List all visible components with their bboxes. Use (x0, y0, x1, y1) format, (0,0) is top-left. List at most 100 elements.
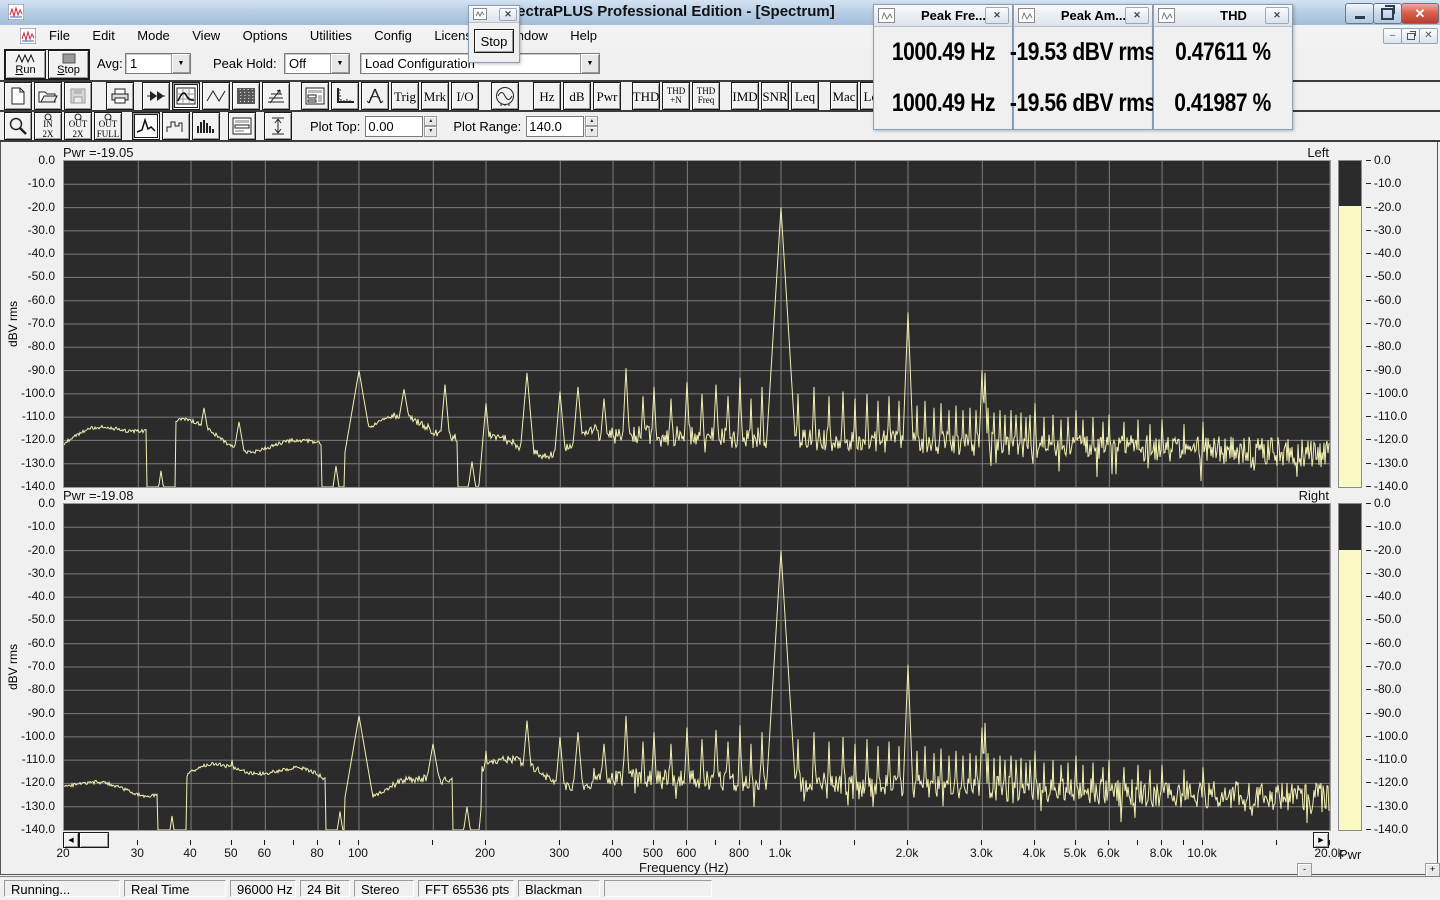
stop-action-button[interactable]: Stop (474, 29, 514, 53)
spectrum-plot-right[interactable] (63, 503, 1331, 831)
zoom-out-2x-button[interactable]: OUT 2X (64, 112, 92, 140)
waveform-view-button[interactable] (202, 82, 230, 110)
stop-window-titlebar[interactable]: ✕ (469, 6, 519, 23)
meter-tick (1366, 596, 1371, 598)
peak-amplitude-titlebar[interactable]: Peak Am... ✕ (1014, 5, 1152, 27)
run-button[interactable]: Run (5, 50, 46, 79)
load-config-dropdown-icon[interactable]: ▼ (580, 54, 599, 73)
bar-plot-button[interactable] (192, 112, 220, 140)
zoom-button[interactable] (4, 112, 32, 140)
run-stop-group: Run Stop (4, 49, 90, 80)
thd-close-button[interactable]: ✕ (1265, 7, 1289, 24)
imd-button[interactable]: IMD (731, 82, 759, 110)
snr-button[interactable]: SNR (761, 82, 789, 110)
meter-tick-label: -40.0 (1374, 589, 1402, 604)
hscroll-thumb[interactable] (79, 832, 109, 848)
display-options-button[interactable] (301, 82, 329, 110)
vertical-scale-button[interactable] (264, 112, 292, 140)
open-file-button[interactable] (34, 82, 62, 110)
menu-item-view[interactable]: View (183, 25, 229, 47)
menu-item-options[interactable]: Options (234, 25, 297, 47)
avg-combobox[interactable]: 1 ▼ (125, 53, 191, 74)
marker-button[interactable]: Mrk (421, 82, 449, 110)
plot-top-input[interactable] (365, 115, 424, 137)
peak-frequency-close-button[interactable]: ✕ (985, 7, 1009, 24)
plot-top-spinner[interactable]: ▲ ▼ (424, 115, 438, 137)
peak-frequency-titlebar[interactable]: Peak Fre... ✕ (874, 5, 1012, 27)
mdi-close-button[interactable]: ✕ (1419, 28, 1438, 44)
plot-range-spinner[interactable]: ▲ ▼ (585, 115, 599, 137)
print-button[interactable] (106, 82, 134, 110)
calipers-button[interactable] (361, 82, 389, 110)
pwr-units-button[interactable]: Pwr (593, 82, 621, 110)
minimize-button[interactable] (1345, 3, 1374, 24)
db-units-button[interactable]: dB (563, 82, 591, 110)
thd-button[interactable]: THD (632, 82, 660, 110)
menu-item-edit[interactable]: Edit (83, 25, 123, 47)
step-plot-button[interactable] (162, 112, 190, 140)
surface-view-button[interactable] (262, 82, 290, 110)
stop-button[interactable]: Stop (48, 50, 89, 79)
zoom-out-full-button[interactable]: OUT FULL (94, 112, 122, 140)
menu-item-config[interactable]: Config (365, 25, 421, 47)
hz-units-button[interactable]: Hz (533, 82, 561, 110)
io-button[interactable]: I/O (451, 82, 479, 110)
thd-freq-button[interactable]: THD Freq (692, 82, 720, 110)
mdi-restore-button[interactable] (1401, 28, 1420, 44)
macro-button[interactable]: Mac (830, 82, 858, 110)
y-tick-label: -100.0 (20, 385, 55, 400)
x-tick (1161, 840, 1163, 845)
leq-button[interactable]: Leq (791, 82, 819, 110)
menu-item-mode[interactable]: Mode (128, 25, 179, 47)
playback-processing-button[interactable] (142, 82, 170, 110)
trigger-button[interactable]: Trig (391, 82, 419, 110)
menu-item-help[interactable]: Help (561, 25, 606, 47)
restore-button[interactable] (1373, 3, 1402, 24)
hzoom-plus-button[interactable]: + (1425, 863, 1440, 877)
spectrogram-icon (237, 88, 255, 104)
peak-amplitude-close-button[interactable]: ✕ (1125, 7, 1149, 24)
plot-top-up-icon[interactable]: ▲ (424, 115, 438, 126)
status-sample-rate: 96000 Hz (230, 880, 296, 897)
signal-generator-button[interactable] (491, 82, 519, 110)
plot-range-input[interactable] (526, 115, 585, 137)
avg-dropdown-icon[interactable]: ▼ (171, 54, 190, 73)
stop-window-close-button[interactable]: ✕ (499, 8, 517, 21)
plot-range-up-icon[interactable]: ▲ (585, 115, 599, 126)
close-icon: ✕ (1414, 5, 1426, 21)
status-window-function: Blackman (518, 880, 600, 897)
spectrum-view-button[interactable] (172, 82, 200, 110)
new-file-button[interactable] (4, 82, 32, 110)
thd-titlebar[interactable]: THD ✕ (1154, 5, 1292, 27)
spectrum-view-icon (176, 87, 196, 105)
spectrogram-view-button[interactable] (232, 82, 260, 110)
plot-options-button[interactable] (228, 112, 256, 140)
x-tick-label: 300 (549, 846, 570, 860)
line-plot-button[interactable] (132, 112, 160, 140)
x-tick-label: 60 (257, 846, 272, 860)
hzoom-minus-button[interactable]: - (1297, 863, 1312, 877)
plot-range-down-icon[interactable]: ▼ (585, 126, 599, 137)
meter-tick-label: -130.0 (1374, 798, 1409, 813)
plot-top-down-icon[interactable]: ▼ (424, 126, 438, 137)
thd-left-value: 0.47611 % (1175, 38, 1271, 66)
x-tick (686, 840, 688, 845)
thd-n-button[interactable]: THD +N (662, 82, 690, 110)
close-icon: ✕ (993, 10, 1001, 20)
scales-button[interactable] (331, 82, 359, 110)
new-file-icon (11, 87, 25, 105)
peak-hold-combobox[interactable]: Off ▼ (284, 53, 350, 74)
channel-label-left: Left (1307, 145, 1329, 160)
meter-tick (1366, 416, 1371, 418)
menu-item-file[interactable]: File (40, 25, 79, 47)
spectrum-window-icon (19, 27, 37, 45)
spectrum-plot-left[interactable] (63, 160, 1331, 488)
close-button[interactable]: ✕ (1401, 3, 1439, 24)
meter-tick-label: 0.0 (1374, 153, 1391, 167)
menu-item-utilities[interactable]: Utilities (301, 25, 361, 47)
zoom-in-2x-button[interactable]: IN 2X (34, 112, 62, 140)
peak-hold-dropdown-icon[interactable]: ▼ (330, 54, 349, 73)
mdi-minimize-button[interactable]: – (1383, 28, 1402, 44)
save-button[interactable] (64, 82, 92, 110)
mini-window-icon (1018, 8, 1035, 23)
